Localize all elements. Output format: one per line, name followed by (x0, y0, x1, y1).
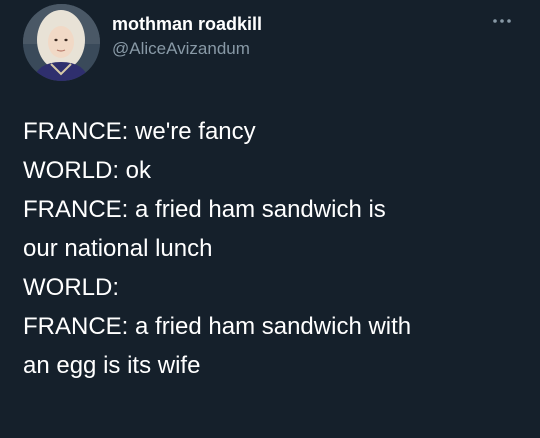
tweet-line: FRANCE: a fried ham sandwich with (23, 313, 412, 340)
tweet-card: mothman roadkill @AliceAvizandum FRANCE:… (0, 0, 540, 438)
avatar-image (23, 4, 100, 81)
tweet-line: FRANCE: we're fancy (23, 118, 256, 145)
tweet-line: our national lunch (23, 235, 213, 262)
tweet-line: FRANCE: a fried ham sandwich is (23, 196, 386, 223)
tweet-line: WORLD: ok (23, 157, 152, 184)
tweet-line: WORLD: (23, 274, 119, 301)
tweet-text: FRANCE: we're fancy WORLD: ok FRANCE: a … (23, 112, 528, 385)
user-handle[interactable]: @AliceAvizandum (112, 39, 250, 59)
avatar[interactable] (23, 4, 100, 81)
tweet-line: an egg is its wife (23, 352, 201, 379)
more-horizontal-icon[interactable] (489, 14, 515, 28)
display-name[interactable]: mothman roadkill (112, 14, 262, 35)
